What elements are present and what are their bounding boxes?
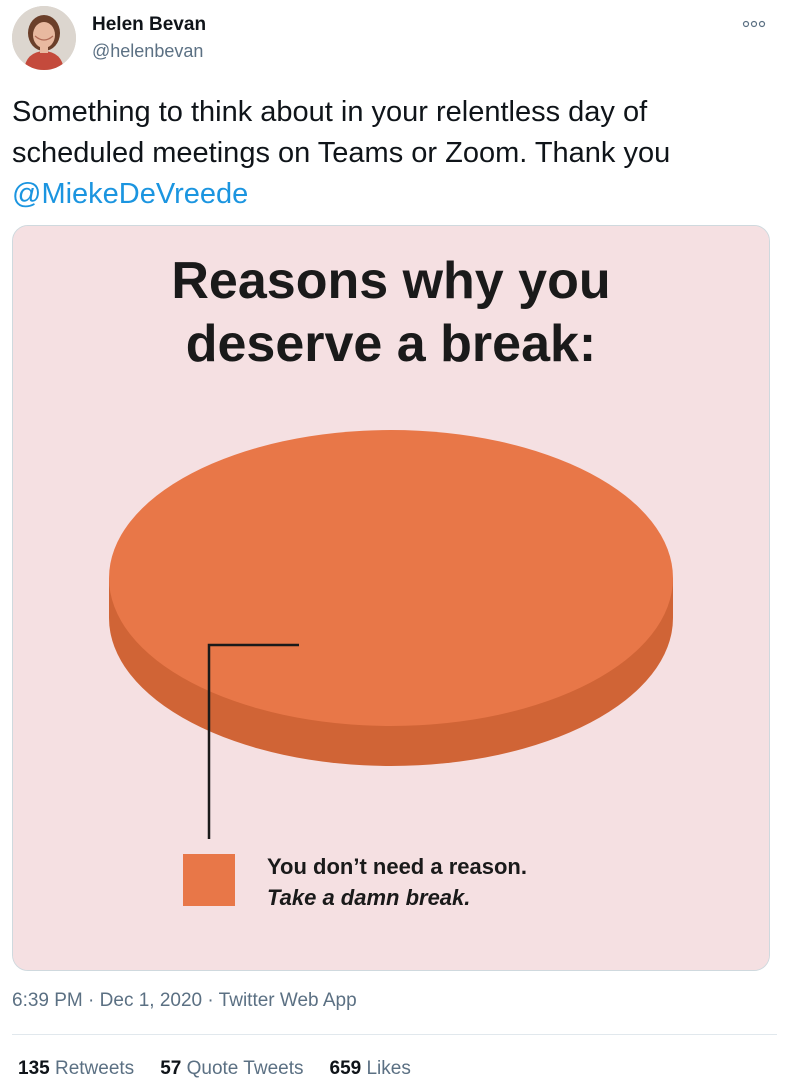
quote-tweets-count: 57	[160, 1058, 182, 1079]
tweet-date[interactable]: Dec 1, 2020	[100, 990, 202, 1011]
pie-chart-image: Reasons why you deserve a break: You don…	[13, 226, 769, 970]
legend-label-line1: You don’t need a reason.	[267, 854, 527, 879]
tweet: Helen Bevan @helenbevan Something to thi…	[0, 0, 789, 1091]
tweet-text-body: Something to think about in your relentl…	[12, 96, 671, 169]
more-options-button[interactable]	[736, 12, 772, 36]
quote-tweets-label: Quote Tweets	[186, 1058, 304, 1079]
divider	[12, 1034, 777, 1035]
tweet-time[interactable]: 6:39 PM	[12, 990, 83, 1011]
retweets-count: 135	[18, 1058, 50, 1079]
legend-label-line2: Take a damn break.	[267, 885, 470, 910]
retweets-label: Retweets	[54, 1058, 135, 1079]
image-title-line1: Reasons why you	[171, 252, 610, 310]
meta-separator: ·	[207, 990, 214, 1011]
likes-count: 659	[329, 1058, 362, 1079]
tweet-stats: 135 Retweets 57 Quote Tweets 659 Likes	[18, 1058, 411, 1080]
mention-link[interactable]: @MiekeDeVreede	[12, 178, 248, 210]
quote-tweets-stat[interactable]: 57 Quote Tweets	[160, 1058, 303, 1080]
more-options-icon	[742, 20, 766, 28]
meta-separator: ·	[88, 990, 95, 1011]
tweet-image[interactable]: Reasons why you deserve a break: You don…	[12, 225, 770, 971]
tweet-text: Something to think about in your relentl…	[12, 92, 772, 215]
likes-label: Likes	[366, 1058, 411, 1079]
retweets-stat[interactable]: 135 Retweets	[18, 1058, 134, 1080]
image-title-line2: deserve a break:	[186, 315, 597, 373]
user-avatar-icon	[12, 6, 76, 70]
tweet-meta: 6:39 PM · Dec 1, 2020 · Twitter Web App	[12, 990, 357, 1012]
likes-stat[interactable]: 659 Likes	[330, 1058, 411, 1080]
tweet-source[interactable]: Twitter Web App	[219, 990, 357, 1011]
author-name[interactable]: Helen Bevan	[92, 14, 206, 36]
author-handle[interactable]: @helenbevan	[92, 41, 203, 62]
author-avatar[interactable]	[12, 6, 76, 70]
pie-slice-1	[109, 430, 673, 726]
legend-swatch	[183, 854, 235, 906]
